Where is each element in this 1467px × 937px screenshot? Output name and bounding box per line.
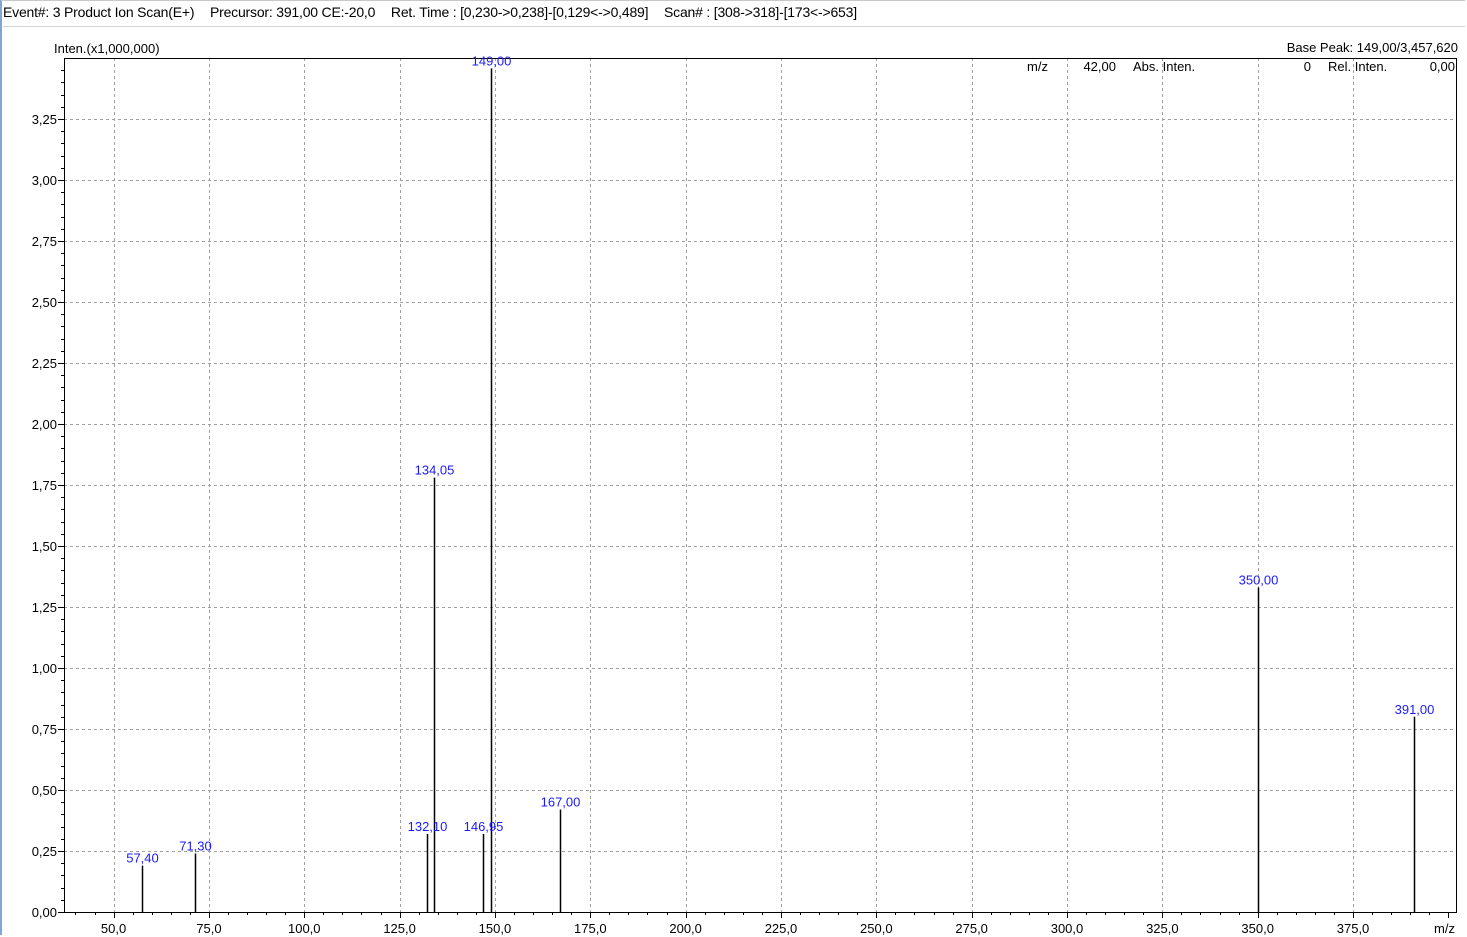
y-tick-label: 2,25 bbox=[32, 356, 57, 371]
x-axis-title: m/z bbox=[1434, 921, 1455, 936]
x-tick-label: 275,0 bbox=[955, 921, 988, 936]
y-tick-label: 3,00 bbox=[32, 173, 57, 188]
x-tick-label: 125,0 bbox=[383, 921, 416, 936]
x-tick-label: 50,0 bbox=[101, 921, 126, 936]
peak-label: 391,00 bbox=[1395, 702, 1435, 717]
y-tick-label: 2,00 bbox=[32, 417, 57, 432]
y-tick-label: 1,75 bbox=[32, 478, 57, 493]
x-tick-label: 75,0 bbox=[196, 921, 221, 936]
grid bbox=[64, 58, 1456, 912]
y-tick-label: 1,25 bbox=[32, 600, 57, 615]
peak-label: 132,10 bbox=[408, 819, 448, 834]
x-tick-label: 150,0 bbox=[479, 921, 512, 936]
readout-abs-value: 0 bbox=[1304, 59, 1311, 74]
peaks bbox=[141, 68, 1416, 912]
y-tick-label: 1,00 bbox=[32, 661, 57, 676]
x-tick-label: 175,0 bbox=[574, 921, 607, 936]
base-peak-label: Base Peak: 149,00/3,457,620 bbox=[1287, 40, 1458, 55]
y-tick-label: 3,25 bbox=[32, 112, 57, 127]
axes bbox=[58, 58, 1457, 918]
peak-label: 146,95 bbox=[464, 819, 504, 834]
readout-abs-label: Abs. Inten. bbox=[1133, 59, 1195, 74]
x-tick-label: 325,0 bbox=[1146, 921, 1179, 936]
readout-rel-value: 0,00 bbox=[1430, 59, 1455, 74]
mass-spectrum-chart[interactable]: Inten.(x1,000,000) Base Peak: 149,00/3,4… bbox=[0, 0, 1467, 937]
readout-mz-label: m/z bbox=[1027, 59, 1048, 74]
x-tick-label: 200,0 bbox=[669, 921, 702, 936]
peak-label: 167,00 bbox=[541, 795, 581, 810]
readout-mz-value: 42,00 bbox=[1083, 59, 1116, 74]
y-tick-label: 1,50 bbox=[32, 539, 57, 554]
chart-labels: Inten.(x1,000,000) Base Peak: 149,00/3,4… bbox=[32, 40, 1458, 936]
y-tick-label: 0,50 bbox=[32, 783, 57, 798]
peak-label: 71,30 bbox=[179, 838, 212, 853]
x-tick-label: 100,0 bbox=[288, 921, 321, 936]
peak-label: 57,40 bbox=[126, 851, 159, 866]
x-tick-label: 250,0 bbox=[860, 921, 893, 936]
readout-rel-label: Rel. Inten. bbox=[1328, 59, 1387, 74]
peak-label: 350,00 bbox=[1239, 572, 1279, 587]
y-tick-label: 2,75 bbox=[32, 234, 57, 249]
x-tick-label: 350,0 bbox=[1241, 921, 1274, 936]
y-tick-label: 0,25 bbox=[32, 844, 57, 859]
y-tick-label: 2,50 bbox=[32, 295, 57, 310]
peak-label: 134,05 bbox=[415, 463, 455, 478]
x-tick-label: 300,0 bbox=[1051, 921, 1084, 936]
peak-label: 149,00 bbox=[472, 53, 512, 68]
y-tick-label: 0,75 bbox=[32, 722, 57, 737]
x-tick-label: 375,0 bbox=[1337, 921, 1370, 936]
y-tick-label: 0,00 bbox=[32, 905, 57, 920]
y-axis-title: Inten.(x1,000,000) bbox=[54, 41, 160, 56]
x-tick-label: 225,0 bbox=[765, 921, 798, 936]
